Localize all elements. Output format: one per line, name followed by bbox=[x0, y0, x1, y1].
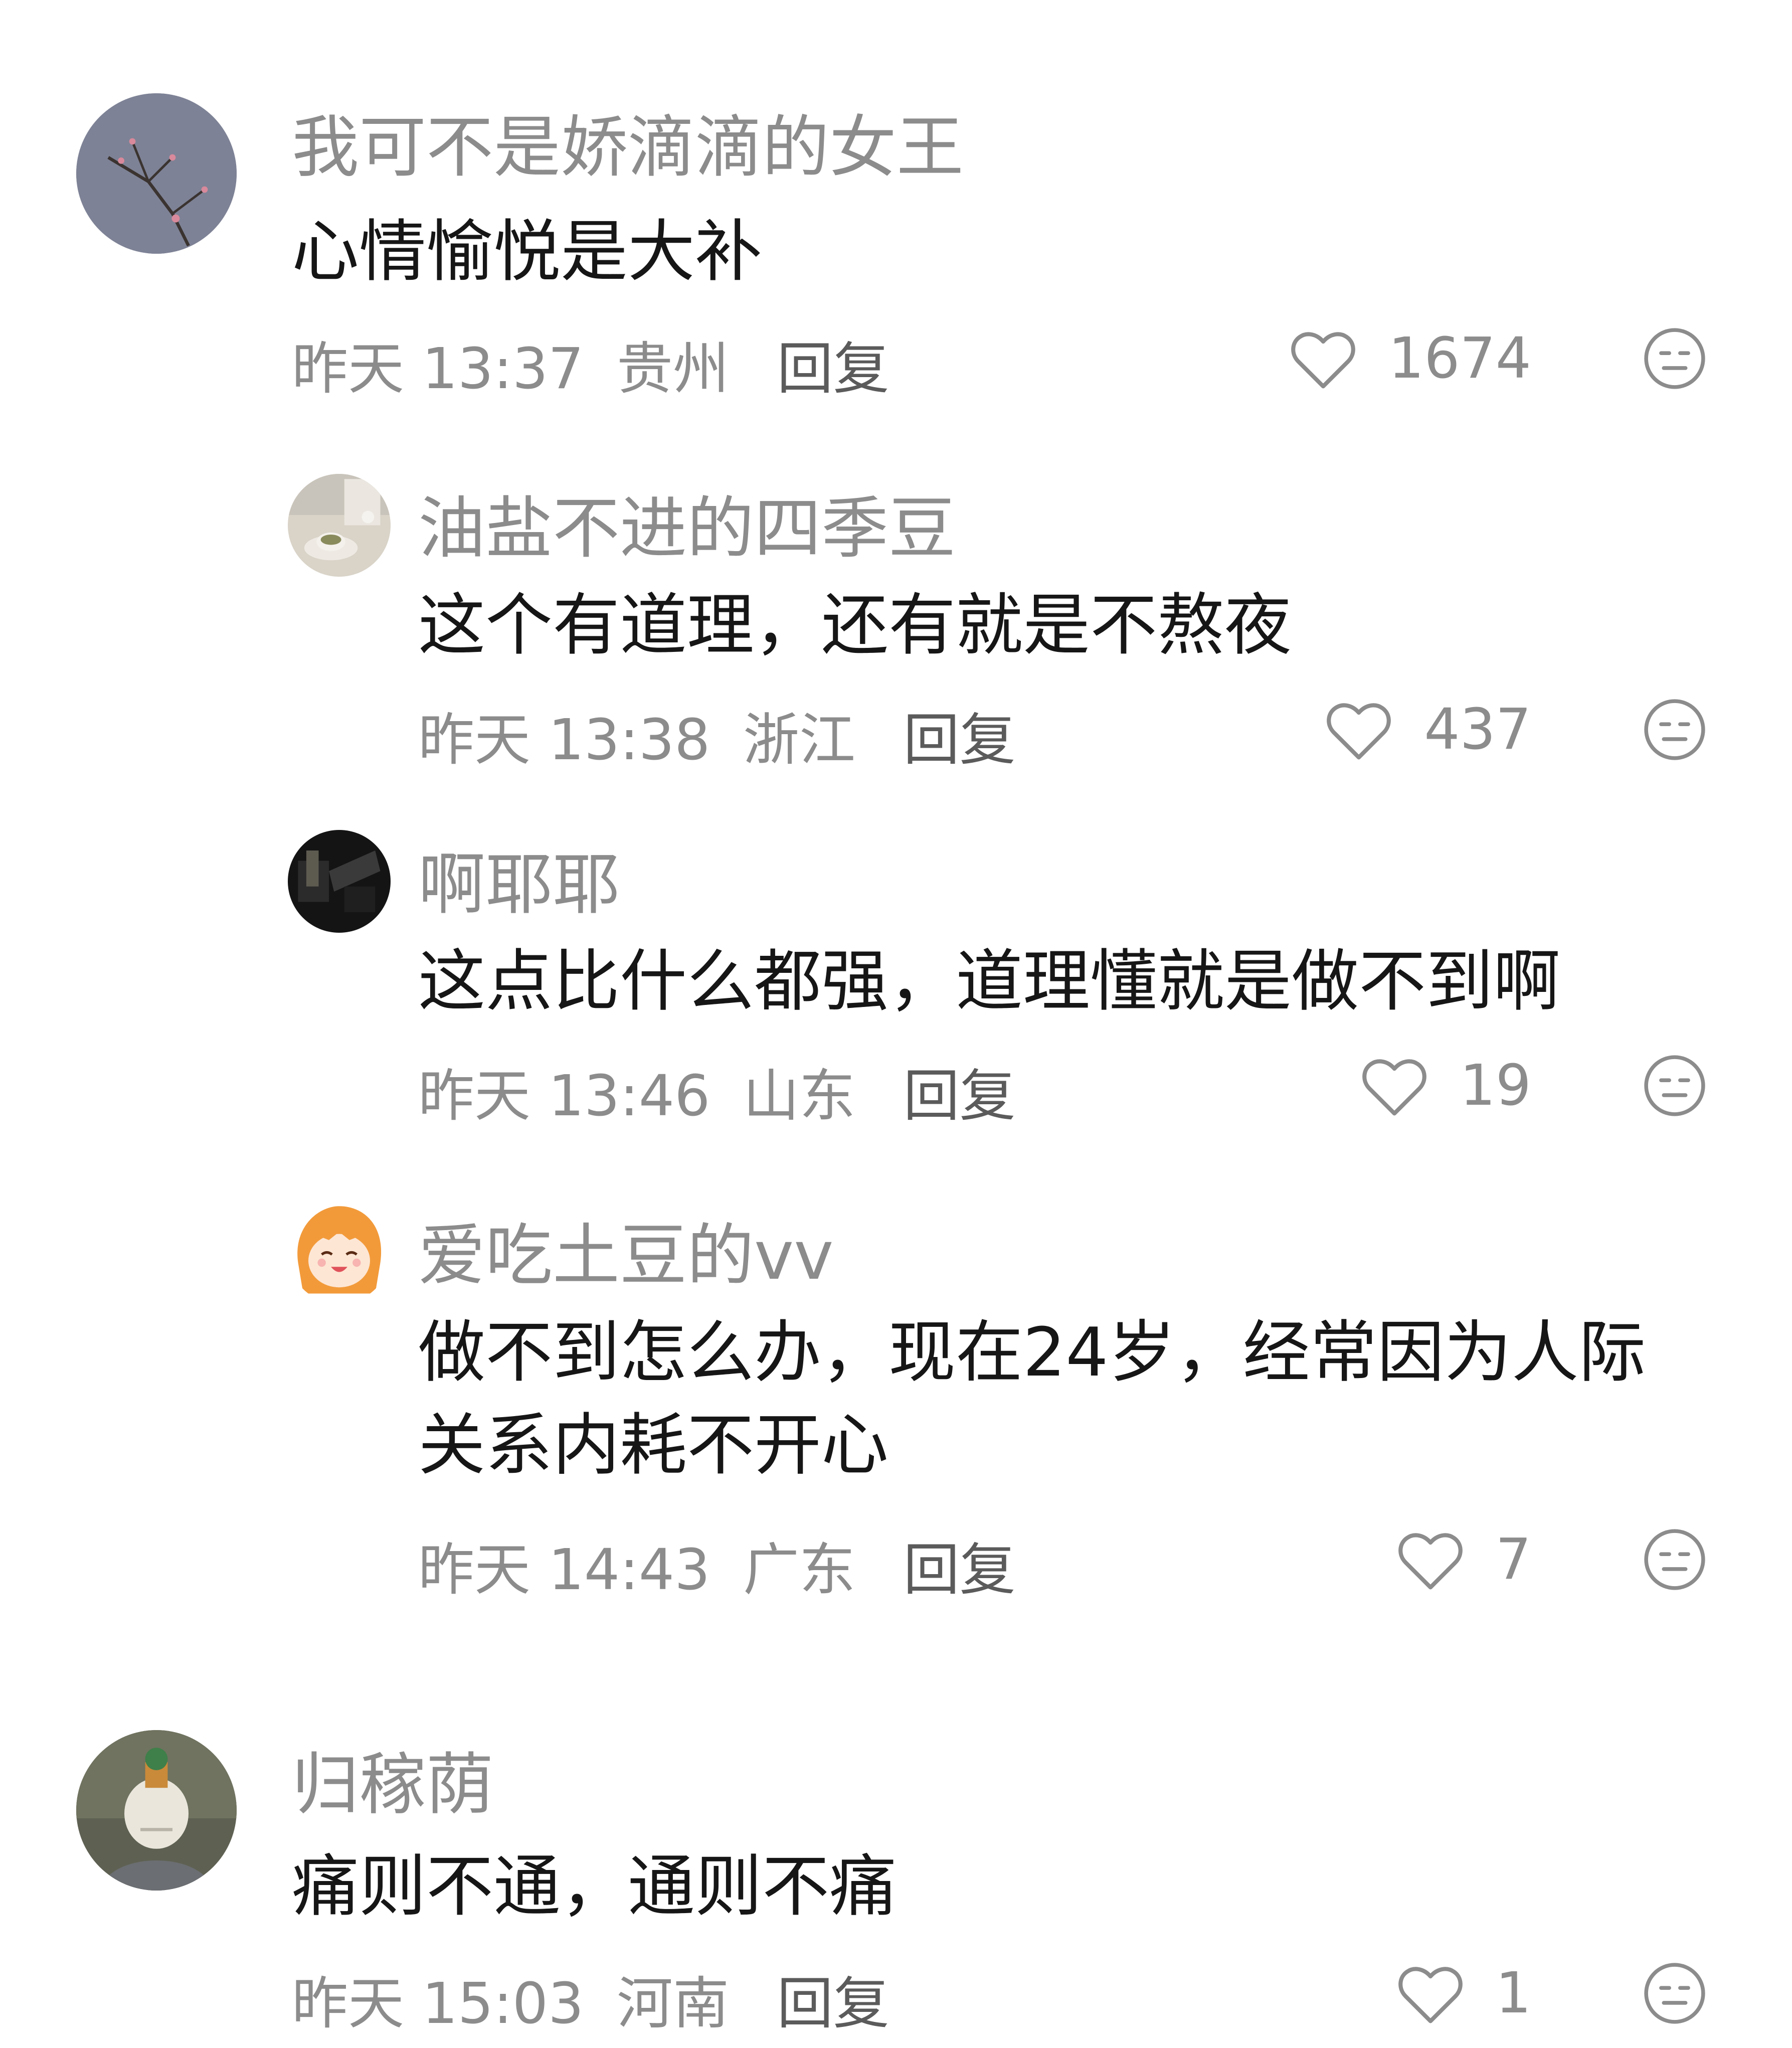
comment-meta: 昨天 13:38 浙江 回复 bbox=[418, 695, 1016, 776]
reply-button[interactable]: 回复 bbox=[904, 708, 1016, 773]
reply-button[interactable]: 回复 bbox=[904, 1064, 1016, 1129]
heart-outline-icon bbox=[1291, 332, 1355, 389]
neutral-face-icon bbox=[1644, 699, 1705, 760]
user-avatar[interactable] bbox=[288, 1201, 391, 1304]
comment-date: 昨天 15:03 bbox=[292, 1971, 584, 2036]
heart-outline-icon bbox=[1362, 1059, 1427, 1116]
reply-button[interactable]: 回复 bbox=[904, 1538, 1016, 1603]
user-avatar[interactable] bbox=[288, 830, 391, 933]
like-button[interactable]: 437 bbox=[1324, 692, 1531, 767]
avatar-anime-girl bbox=[288, 1201, 391, 1304]
comment-item: 归稼荫 痛则不通，通则不痛 昨天 15:03 河南 回复 1 bbox=[0, 1635, 1792, 2048]
heart-outline-icon bbox=[1327, 703, 1391, 760]
comment-text: 心情愉悦是大补 bbox=[292, 213, 763, 291]
comment-date: 昨天 14:43 bbox=[418, 1538, 710, 1603]
comment-location: 贵州 bbox=[616, 336, 729, 402]
like-count: 437 bbox=[1424, 697, 1531, 762]
neutral-face-icon bbox=[1644, 1963, 1705, 2024]
dislike-button[interactable] bbox=[1642, 326, 1707, 391]
comment-meta: 昨天 15:03 河南 回复 bbox=[292, 1958, 889, 2039]
heart-outline-icon bbox=[1398, 1533, 1463, 1590]
like-count: 1674 bbox=[1388, 326, 1531, 391]
reply-button[interactable]: 回复 bbox=[777, 336, 889, 402]
comment-item: 我可不是娇滴滴的女王 心情愉悦是大补 昨天 13:37 贵州 回复 1674 bbox=[0, 0, 1792, 416]
comment-location: 山东 bbox=[743, 1064, 855, 1129]
avatar-dark-photo bbox=[288, 830, 391, 933]
like-count: 19 bbox=[1460, 1053, 1531, 1118]
dislike-button[interactable] bbox=[1642, 1961, 1707, 2026]
neutral-face-icon bbox=[1644, 1055, 1705, 1116]
comment-text: 痛则不通，通则不痛 bbox=[292, 1847, 897, 1926]
comment-meta: 昨天 14:43 广东 回复 bbox=[418, 1524, 1016, 1606]
comment-location: 河南 bbox=[616, 1971, 729, 2036]
reply-item: 爱吃土豆的vv 做不到怎么办，现在24岁，经常因为人际关系内耗不开心 昨天 14… bbox=[0, 1158, 1792, 1635]
like-button[interactable]: 1 bbox=[1395, 1956, 1531, 2031]
dislike-button[interactable] bbox=[1642, 1527, 1707, 1592]
like-button[interactable]: 19 bbox=[1359, 1048, 1531, 1123]
user-avatar[interactable] bbox=[76, 1730, 237, 1891]
comment-date: 昨天 13:37 bbox=[292, 336, 584, 402]
comment-text: 这个有道理，还有就是不熬夜 bbox=[418, 586, 1292, 664]
username[interactable]: 爱吃土豆的vv bbox=[418, 1201, 834, 1298]
username[interactable]: 我可不是娇滴滴的女王 bbox=[292, 93, 964, 190]
comment-meta: 昨天 13:46 山东 回复 bbox=[418, 1051, 1016, 1132]
comment-date: 昨天 13:46 bbox=[418, 1064, 710, 1129]
comment-meta: 昨天 13:37 贵州 回复 bbox=[292, 323, 889, 405]
like-count: 1 bbox=[1495, 1961, 1531, 2026]
username[interactable]: 油盐不进的四季豆 bbox=[418, 474, 956, 571]
avatar-tea-cup bbox=[288, 474, 391, 577]
comment-location: 浙江 bbox=[743, 708, 855, 773]
heart-outline-icon bbox=[1398, 1967, 1463, 2023]
like-count: 7 bbox=[1495, 1527, 1531, 1592]
username[interactable]: 归稼荫 bbox=[292, 1730, 493, 1827]
user-avatar[interactable] bbox=[288, 474, 391, 577]
neutral-face-icon bbox=[1644, 1529, 1705, 1590]
like-button[interactable]: 1674 bbox=[1288, 321, 1531, 396]
neutral-face-icon bbox=[1644, 328, 1705, 389]
comment-location: 广东 bbox=[743, 1538, 855, 1603]
user-avatar[interactable] bbox=[76, 93, 237, 254]
avatar-plum-branch bbox=[76, 93, 237, 254]
avatar-person-helmet bbox=[76, 1730, 237, 1891]
comment-text: 做不到怎么办，现在24岁，经常因为人际关系内耗不开心 bbox=[418, 1313, 1646, 1484]
dislike-button[interactable] bbox=[1642, 697, 1707, 762]
reply-button[interactable]: 回复 bbox=[777, 1971, 889, 2036]
username[interactable]: 啊耶耶 bbox=[418, 830, 620, 927]
comment-date: 昨天 13:38 bbox=[418, 708, 710, 773]
reply-item: 啊耶耶 这点比什么都强，道理懂就是做不到啊 昨天 13:46 山东 回复 19 bbox=[0, 787, 1792, 1158]
comment-text: 这点比什么都强，道理懂就是做不到啊 bbox=[418, 942, 1561, 1020]
dislike-button[interactable] bbox=[1642, 1053, 1707, 1118]
like-button[interactable]: 7 bbox=[1395, 1522, 1531, 1597]
reply-item: 油盐不进的四季豆 这个有道理，还有就是不熬夜 昨天 13:38 浙江 回复 43… bbox=[0, 416, 1792, 787]
